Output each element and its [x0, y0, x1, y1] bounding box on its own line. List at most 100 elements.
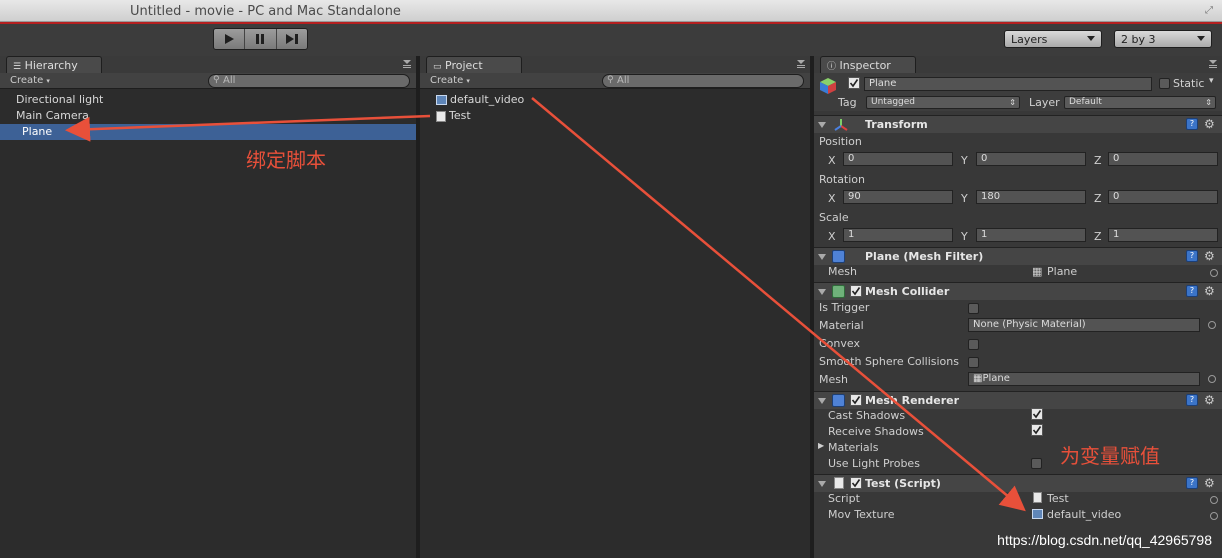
layout-dropdown[interactable]: 2 by 3	[1114, 30, 1212, 48]
object-active-checkbox[interactable]	[848, 77, 860, 89]
project-search-input[interactable]: ⚲ All	[602, 74, 804, 88]
smooth-sphere-checkbox[interactable]	[968, 357, 979, 368]
foldout-icon[interactable]	[818, 398, 826, 404]
hierarchy-create-button[interactable]: Create ▾	[4, 74, 56, 88]
is-trigger-checkbox[interactable]	[968, 303, 979, 314]
texture-icon	[1032, 509, 1043, 519]
project-panel: ▭ Project Create ▾ ⚲ All default_video T…	[420, 56, 810, 558]
updown-icon: ⇕	[1009, 98, 1016, 107]
material-field[interactable]: None (Physic Material)	[968, 318, 1200, 332]
tab-inspector[interactable]: ⓘ Inspector	[820, 56, 916, 73]
foldout-icon[interactable]	[818, 254, 826, 260]
rotation-z-field[interactable]: 0	[1108, 190, 1218, 204]
gear-icon[interactable]: ⚙	[1204, 394, 1216, 406]
mov-texture-value[interactable]: default_video	[1047, 508, 1121, 521]
project-item-test[interactable]: Test	[420, 108, 810, 124]
pause-button[interactable]	[245, 29, 277, 49]
main-toolbar: Layers 2 by 3	[0, 24, 1222, 56]
gear-icon[interactable]: ⚙	[1204, 285, 1216, 297]
position-y-label: Y	[961, 154, 968, 167]
object-picker-icon[interactable]	[1208, 321, 1216, 329]
layer-dropdown-value: Default	[1069, 97, 1102, 107]
chevron-down-icon[interactable]: ▾	[1209, 76, 1214, 86]
cast-shadows-checkbox[interactable]	[1031, 408, 1043, 420]
project-item-default-video[interactable]: default_video	[420, 92, 810, 108]
transform-header[interactable]: Transform ? ⚙	[814, 115, 1222, 133]
position-x-field[interactable]: 0	[843, 152, 953, 166]
help-icon[interactable]: ?	[1186, 477, 1198, 489]
window-resize-icon[interactable]: ⤢	[1205, 5, 1216, 16]
foldout-icon[interactable]	[818, 481, 826, 487]
convex-checkbox[interactable]	[968, 339, 979, 350]
hierarchy-search-placeholder: All	[223, 75, 236, 86]
object-picker-icon[interactable]	[1210, 496, 1218, 504]
panel-menu-icon[interactable]	[402, 60, 412, 68]
object-picker-icon[interactable]	[1208, 375, 1216, 383]
receive-shadows-checkbox[interactable]	[1031, 424, 1043, 436]
mesh-collider-enabled-checkbox[interactable]	[850, 285, 862, 297]
chevron-down-icon: ▾	[466, 77, 470, 85]
inspector-tabbar: ⓘ Inspector	[814, 56, 1222, 73]
hierarchy-item-label: Main Camera	[16, 109, 89, 122]
help-icon[interactable]: ?	[1186, 285, 1198, 297]
panel-menu-icon[interactable]	[796, 60, 806, 68]
scale-x-field[interactable]: 1	[843, 228, 953, 242]
window-title: Untitled - movie - PC and Mac Standalone	[130, 4, 401, 19]
play-button[interactable]	[214, 29, 246, 49]
mesh-filter-header[interactable]: Plane (Mesh Filter) ? ⚙	[814, 247, 1222, 265]
tag-dropdown[interactable]: Untagged ⇕	[866, 96, 1020, 109]
position-z-field[interactable]: 0	[1108, 152, 1218, 166]
rotation-x-field[interactable]: 90	[843, 190, 953, 204]
project-create-button[interactable]: Create ▾	[424, 74, 476, 88]
gear-icon[interactable]: ⚙	[1204, 477, 1216, 489]
mesh-renderer-enabled-checkbox[interactable]	[850, 394, 862, 406]
collider-mesh-field[interactable]: ▦Plane	[968, 372, 1200, 386]
gear-icon[interactable]: ⚙	[1204, 118, 1216, 130]
mesh-renderer-header[interactable]: Mesh Renderer ? ⚙	[814, 391, 1222, 409]
foldout-icon[interactable]	[818, 289, 826, 295]
mesh-filter-mesh-value[interactable]: Plane	[1047, 265, 1077, 278]
step-button[interactable]	[277, 29, 307, 49]
cast-shadows-label: Cast Shadows	[828, 409, 906, 422]
light-probes-label: Use Light Probes	[828, 457, 920, 470]
static-checkbox[interactable]	[1159, 78, 1170, 89]
layer-dropdown[interactable]: Default ⇕	[1064, 96, 1216, 109]
scale-y-label: Y	[961, 230, 968, 243]
materials-label[interactable]: Materials	[828, 441, 878, 454]
scale-z-field[interactable]: 1	[1108, 228, 1218, 242]
position-label: Position	[819, 135, 862, 148]
hierarchy-create-label: Create	[10, 75, 44, 86]
help-icon[interactable]: ?	[1186, 118, 1198, 130]
object-name-field[interactable]: Plane	[864, 77, 1152, 91]
object-picker-icon[interactable]	[1210, 269, 1218, 277]
gear-icon[interactable]: ⚙	[1204, 250, 1216, 262]
material-label: Material	[819, 319, 864, 332]
light-probes-checkbox[interactable]	[1031, 458, 1042, 469]
rotation-y-field[interactable]: 180	[976, 190, 1086, 204]
mesh-collider-header[interactable]: Mesh Collider ? ⚙	[814, 282, 1222, 300]
layers-dropdown[interactable]: Layers	[1004, 30, 1102, 48]
materials-foldout-icon[interactable]: ▶	[818, 441, 824, 450]
help-icon[interactable]: ?	[1186, 250, 1198, 262]
hierarchy-item-plane[interactable]: Plane	[0, 124, 416, 140]
test-script-enabled-checkbox[interactable]	[850, 477, 862, 489]
hierarchy-search-input[interactable]: ⚲ All	[208, 74, 410, 88]
step-icon	[285, 34, 298, 44]
script-value[interactable]: Test	[1047, 492, 1069, 505]
hierarchy-item-main-camera[interactable]: Main Camera	[0, 108, 416, 124]
foldout-icon[interactable]	[818, 122, 826, 128]
hierarchy-tab-icon: ☰	[13, 62, 22, 72]
object-picker-icon[interactable]	[1210, 512, 1218, 520]
position-y-field[interactable]: 0	[976, 152, 1086, 166]
panel-menu-icon[interactable]	[1208, 60, 1218, 68]
tab-project[interactable]: ▭ Project	[426, 56, 522, 73]
project-search-placeholder: All	[617, 75, 630, 86]
hierarchy-tab-label: Hierarchy	[24, 59, 78, 72]
play-icon	[225, 34, 235, 44]
hierarchy-item-directional-light[interactable]: Directional light	[0, 92, 416, 108]
scale-y-field[interactable]: 1	[976, 228, 1086, 242]
tab-hierarchy[interactable]: ☰ Hierarchy	[6, 56, 102, 73]
help-icon[interactable]: ?	[1186, 394, 1198, 406]
watermark: https://blog.csdn.net/qq_42965798	[997, 532, 1212, 548]
test-script-header[interactable]: Test (Script) ? ⚙	[814, 474, 1222, 492]
